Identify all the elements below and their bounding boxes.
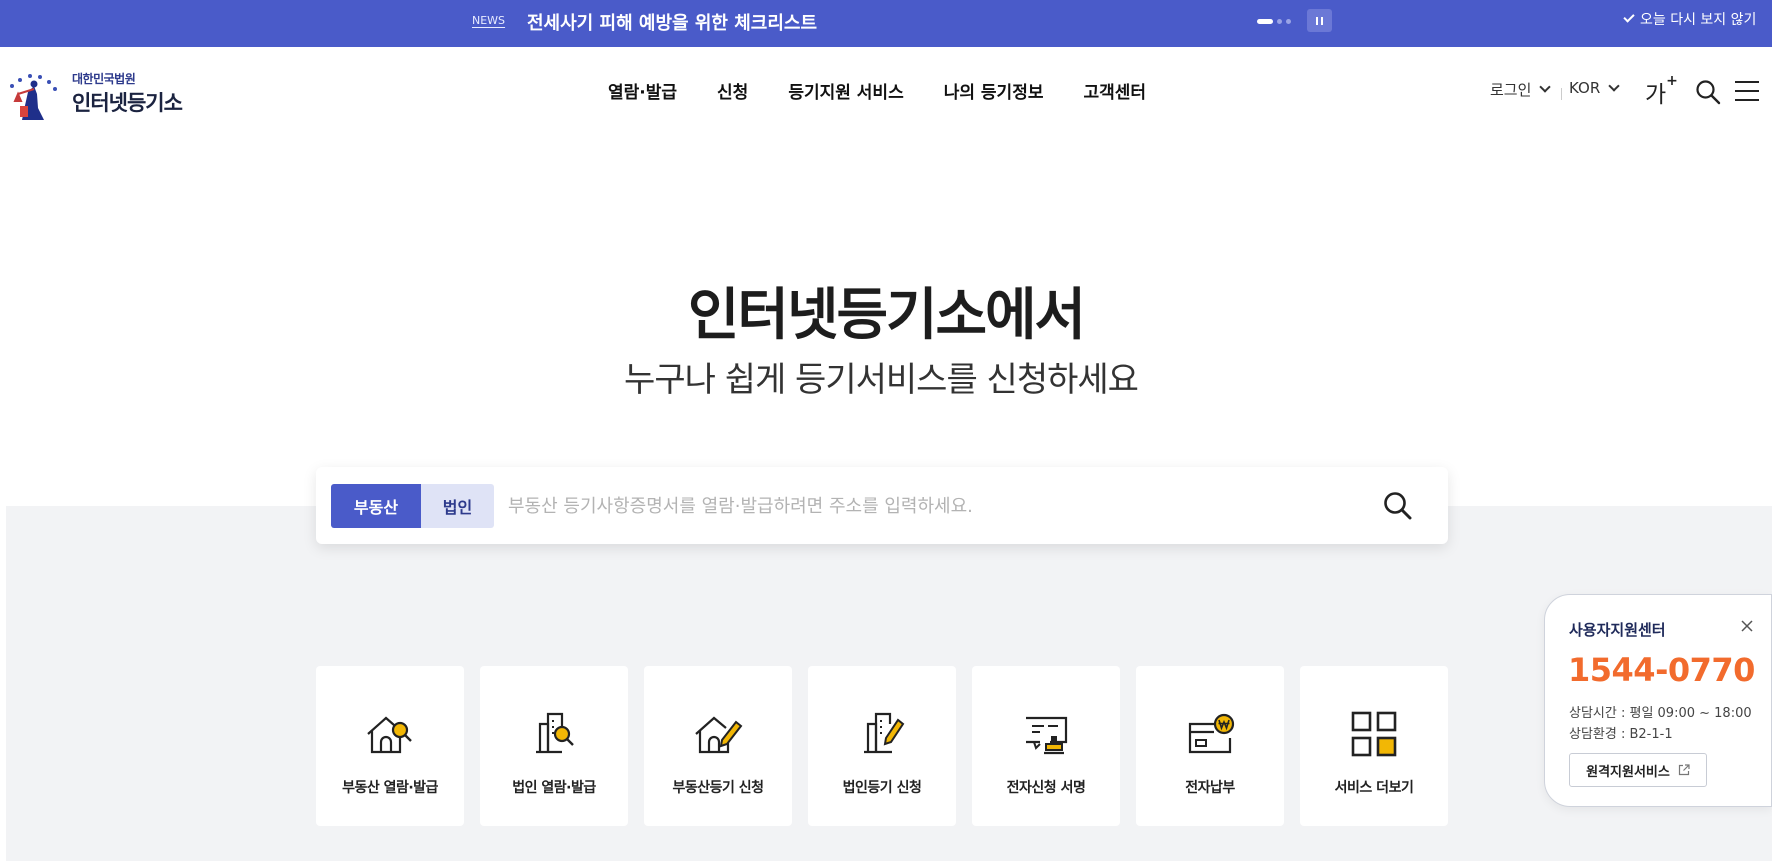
language-select[interactable]: KOR	[1569, 79, 1620, 97]
support-center-popup: 사용자지원센터 1544-0770 상담시간 : 평일 09:00 ~ 18:0…	[1544, 594, 1772, 807]
grid-more-icon	[1351, 711, 1397, 757]
hero-subtitle: 누구나 쉽게 등기서비스를 신청하세요	[624, 360, 1139, 400]
close-icon[interactable]	[1739, 618, 1755, 634]
search-icon[interactable]	[1695, 79, 1721, 105]
font-size-label: 가	[1645, 82, 1667, 108]
support-hours: 상담시간 : 평일 09:00 ~ 18:00	[1569, 706, 1752, 721]
logo-title: 인터넷등기소	[72, 90, 183, 115]
service-card-e-signature[interactable]: 전자신청 서명	[972, 666, 1120, 826]
nav-item-support-services[interactable]: 등기지원 서비스	[788, 78, 903, 103]
main-nav: 열람·발급 신청 등기지원 서비스 나의 등기정보 고객센터	[608, 78, 1146, 103]
building-search-icon	[536, 712, 574, 754]
nav-item-customer-center[interactable]: 고객센터	[1083, 78, 1146, 103]
support-title: 사용자지원센터	[1569, 621, 1666, 639]
address-search-input[interactable]	[508, 487, 1328, 525]
divider	[1561, 88, 1562, 100]
check-icon	[1623, 11, 1635, 23]
e-sign-stamp-icon	[1026, 716, 1068, 755]
login-menu[interactable]: 로그인	[1490, 79, 1552, 100]
court-emblem-icon	[10, 74, 57, 120]
house-search-icon	[367, 716, 412, 754]
hamburger-menu-icon[interactable]	[1735, 81, 1759, 101]
building-pencil-icon	[864, 712, 905, 754]
service-shortcuts: 부동산 열람·발급 법인 열람·발급 부동산등기 신청 법인등기 신청 전자신청…	[316, 666, 1448, 826]
news-pause-button[interactable]	[1307, 9, 1332, 32]
house-pencil-icon	[695, 716, 743, 754]
address-search-panel: 부동산 법인	[316, 467, 1448, 544]
hero-title: 인터넷등기소에서	[687, 283, 1086, 348]
service-card-real-estate-apply[interactable]: 부동산등기 신청	[644, 666, 792, 826]
font-size-button[interactable]: 가+	[1645, 73, 1678, 109]
site-header: 대한민국법원 인터넷등기소 열람·발급 신청 등기지원 서비스 나의 등기정보 …	[0, 47, 1772, 133]
nav-item-apply[interactable]: 신청	[717, 78, 748, 103]
news-banner: NEWS 전세사기 피해 예방을 위한 체크리스트 오늘 다시 보지 않기	[0, 0, 1772, 47]
service-card-real-estate-view[interactable]: 부동산 열람·발급	[316, 666, 464, 826]
site-logo[interactable]: 대한민국법원 인터넷등기소	[4, 64, 183, 122]
support-phone-number[interactable]: 1544-0770	[1568, 651, 1755, 689]
service-card-corporation-apply[interactable]: 법인등기 신청	[808, 666, 956, 826]
service-label: 전자납부	[1185, 780, 1235, 796]
news-pagination	[1257, 19, 1291, 24]
service-label: 부동산 열람·발급	[342, 780, 438, 796]
service-label: 서비스 더보기	[1334, 780, 1414, 796]
remote-support-label: 원격지원서비스	[1586, 764, 1670, 780]
remote-support-button[interactable]: 원격지원서비스	[1569, 753, 1707, 787]
chevron-down-icon	[1539, 81, 1552, 93]
news-dot-2[interactable]	[1277, 19, 1282, 24]
language-label: KOR	[1569, 79, 1601, 97]
won-payment-icon	[1188, 713, 1235, 754]
login-label: 로그인	[1490, 81, 1532, 99]
logo-subtitle: 대한민국법원	[72, 71, 136, 86]
external-link-icon	[1678, 764, 1690, 776]
service-label: 법인 열람·발급	[512, 780, 596, 796]
service-card-corporation-view[interactable]: 법인 열람·발급	[480, 666, 628, 826]
plus-icon: +	[1666, 73, 1678, 90]
chevron-down-icon	[1608, 79, 1620, 92]
news-headline-link[interactable]: 전세사기 피해 예방을 위한 체크리스트	[527, 9, 817, 35]
nav-item-view-issue[interactable]: 열람·발급	[608, 78, 677, 103]
service-label: 전자신청 서명	[1006, 780, 1086, 796]
news-dot-3[interactable]	[1286, 19, 1291, 24]
pause-icon	[1316, 16, 1318, 25]
service-card-more[interactable]: 서비스 더보기	[1300, 666, 1448, 826]
support-environment: 상담환경 : B2-1-1	[1569, 727, 1673, 742]
news-dot-1[interactable]	[1257, 19, 1273, 24]
tab-corporation[interactable]: 법인	[421, 484, 494, 528]
news-tag: NEWS	[472, 14, 506, 27]
search-submit-icon[interactable]	[1381, 489, 1415, 523]
nav-item-my-registry[interactable]: 나의 등기정보	[944, 78, 1044, 103]
service-label: 법인등기 신청	[842, 780, 922, 796]
tab-real-estate[interactable]: 부동산	[331, 484, 421, 528]
dismiss-today-button[interactable]: 오늘 다시 보지 않기	[1623, 9, 1757, 29]
service-label: 부동산등기 신청	[672, 780, 764, 796]
service-card-e-payment[interactable]: 전자납부	[1136, 666, 1284, 826]
dismiss-today-label: 오늘 다시 보지 않기	[1640, 12, 1757, 28]
